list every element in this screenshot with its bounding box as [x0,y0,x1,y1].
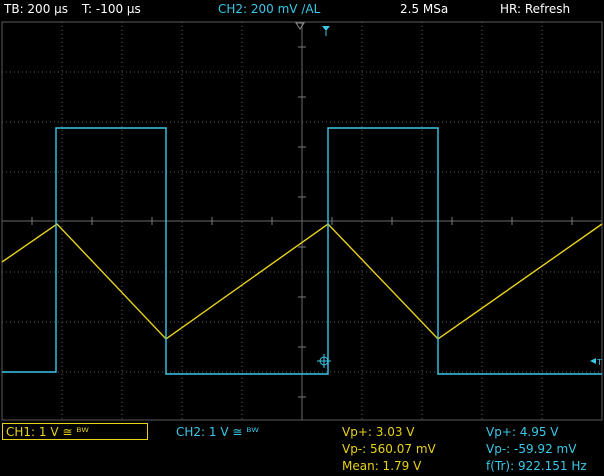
graticule [1,21,603,421]
trigger-position-icon [322,26,330,36]
trigger-marker-icon [295,22,305,30]
ch2-level-marker-icon[interactable]: T [590,358,602,367]
bottom-measurement-bar: CH1: 1 V ≅ ᴮᵂ CH2: 1 V ≅ ᴮᵂ Vp+: 3.03 V … [0,421,604,476]
scope-display[interactable]: T [0,0,604,476]
ch2-vp-minus: Vp-: -59.92 mV [486,442,577,456]
ch1-vp-minus: Vp-: 560.07 mV [342,442,436,456]
ch1-vp-plus: Vp+: 3.03 V [342,425,415,439]
svg-text:T: T [596,358,602,367]
trigger-point-icon [317,354,331,368]
ch2-vp-plus: Vp+: 4.95 V [486,425,559,439]
ch1-mean: Mean: 1.79 V [342,459,422,473]
ch2-frequency: f(Tr): 922.151 Hz [486,459,587,473]
ch2-settings-label[interactable]: CH2: 1 V ≅ ᴮᵂ [176,425,259,439]
ch1-settings-label[interactable]: CH1: 1 V ≅ ᴮᵂ [6,425,89,439]
